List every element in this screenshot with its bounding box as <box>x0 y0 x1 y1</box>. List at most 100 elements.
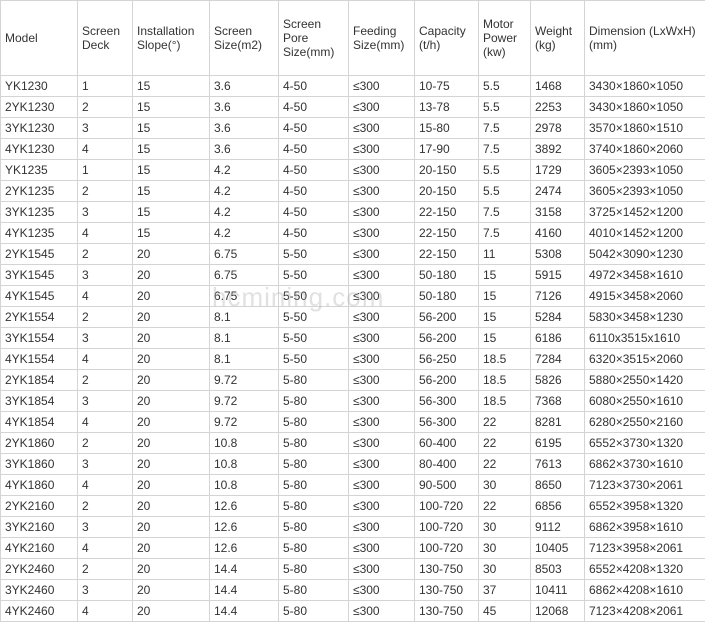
table-cell: 4160 <box>531 223 585 244</box>
table-row: 2YK12302153.64-50≤30013-785.522533430×18… <box>1 97 705 118</box>
table-cell: ≤300 <box>349 181 415 202</box>
table-cell: ≤300 <box>349 223 415 244</box>
table-cell: 3 <box>78 391 133 412</box>
table-cell: 3 <box>78 265 133 286</box>
model-cell: 3YK1545 <box>1 265 78 286</box>
table-cell: 5880×2550×1420 <box>585 370 705 391</box>
table-cell: 5-50 <box>279 265 349 286</box>
table-cell: 10.8 <box>210 454 279 475</box>
table-cell: 5284 <box>531 307 585 328</box>
table-cell: ≤300 <box>349 475 415 496</box>
table-cell: 5-80 <box>279 412 349 433</box>
table-cell: 8.1 <box>210 349 279 370</box>
table-cell: 4-50 <box>279 139 349 160</box>
table-cell: 5-80 <box>279 580 349 601</box>
table-cell: 5-80 <box>279 538 349 559</box>
table-cell: 20 <box>133 370 210 391</box>
table-cell: ≤300 <box>349 160 415 181</box>
table-cell: 7123×3958×2061 <box>585 538 705 559</box>
table-cell: 15 <box>133 160 210 181</box>
table-cell: 14.4 <box>210 601 279 622</box>
table-cell: 11 <box>479 244 531 265</box>
table-cell: 22 <box>479 496 531 517</box>
table-cell: 20 <box>133 286 210 307</box>
table-cell: 15 <box>479 265 531 286</box>
table-cell: 7123×4208×2061 <box>585 601 705 622</box>
model-cell: 2YK1860 <box>1 433 78 454</box>
table-cell: 4-50 <box>279 223 349 244</box>
table-cell: 4.2 <box>210 202 279 223</box>
table-cell: 3.6 <box>210 97 279 118</box>
table-cell: 3 <box>78 328 133 349</box>
table-cell: 12.6 <box>210 496 279 517</box>
table-cell: 3.6 <box>210 76 279 97</box>
model-cell: 3YK1860 <box>1 454 78 475</box>
table-cell: 4.2 <box>210 223 279 244</box>
model-cell: 2YK1854 <box>1 370 78 391</box>
header-screen-pore-size: Screen Pore Size(mm) <box>279 1 349 76</box>
table-cell: 5.5 <box>479 76 531 97</box>
table-body: YK12301153.64-50≤30010-755.514683430×186… <box>1 76 705 622</box>
table-row: 4YK15454206.755-50≤30050-1801571264915×3… <box>1 286 705 307</box>
table-cell: 20 <box>133 475 210 496</box>
table-cell: 4 <box>78 139 133 160</box>
table-cell: 6110x3515x1610 <box>585 328 705 349</box>
table-row: 3YK12303153.64-50≤30015-807.529783570×18… <box>1 118 705 139</box>
table-cell: 4010×1452×1200 <box>585 223 705 244</box>
table-cell: 7.5 <box>479 223 531 244</box>
table-cell: 3 <box>78 118 133 139</box>
model-cell: YK1230 <box>1 76 78 97</box>
table-cell: 10.8 <box>210 475 279 496</box>
table-cell: 4-50 <box>279 97 349 118</box>
table-cell: 4-50 <box>279 202 349 223</box>
table-cell: 4-50 <box>279 181 349 202</box>
table-cell: ≤300 <box>349 97 415 118</box>
table-cell: 5-50 <box>279 286 349 307</box>
table-cell: 17-90 <box>415 139 479 160</box>
model-cell: 4YK1860 <box>1 475 78 496</box>
table-cell: 5-80 <box>279 496 349 517</box>
table-cell: 3892 <box>531 139 585 160</box>
table-cell: 4-50 <box>279 118 349 139</box>
table-cell: 15 <box>479 286 531 307</box>
table-cell: 7.5 <box>479 139 531 160</box>
header-installation-slope: Installation Slope(°) <box>133 1 210 76</box>
table-cell: 5.5 <box>479 97 531 118</box>
table-cell: 2474 <box>531 181 585 202</box>
model-cell: 2YK2160 <box>1 496 78 517</box>
table-cell: 5-80 <box>279 433 349 454</box>
table-cell: 2 <box>78 181 133 202</box>
table-cell: 5-80 <box>279 601 349 622</box>
table-cell: 5308 <box>531 244 585 265</box>
table-cell: 56-250 <box>415 349 479 370</box>
table-cell: 20 <box>133 328 210 349</box>
table-cell: 5-80 <box>279 454 349 475</box>
table-cell: 20 <box>133 244 210 265</box>
table-cell: 130-750 <box>415 559 479 580</box>
table-cell: 9.72 <box>210 412 279 433</box>
header-model: Model <box>1 1 78 76</box>
table-cell: 4-50 <box>279 160 349 181</box>
table-cell: 12.6 <box>210 538 279 559</box>
table-cell: ≤300 <box>349 496 415 517</box>
model-cell: 3YK1854 <box>1 391 78 412</box>
table-cell: 20 <box>133 307 210 328</box>
table-cell: ≤300 <box>349 307 415 328</box>
table-cell: 20 <box>133 601 210 622</box>
table-cell: 4 <box>78 286 133 307</box>
table-cell: 7126 <box>531 286 585 307</box>
table-cell: 1 <box>78 160 133 181</box>
table-cell: 56-300 <box>415 412 479 433</box>
table-cell: 15 <box>133 181 210 202</box>
table-cell: 3605×2393×1050 <box>585 160 705 181</box>
table-cell: 6.75 <box>210 265 279 286</box>
table-row: 4YK246042014.45-80≤300130-75045120687123… <box>1 601 705 622</box>
table-cell: 4 <box>78 223 133 244</box>
table-cell: 6320×3515×2060 <box>585 349 705 370</box>
model-cell: 2YK1235 <box>1 181 78 202</box>
table-row: YK12351154.24-50≤30020-1505.517293605×23… <box>1 160 705 181</box>
table-cell: 7613 <box>531 454 585 475</box>
table-cell: 5-80 <box>279 517 349 538</box>
model-cell: 3YK2460 <box>1 580 78 601</box>
model-cell: 3YK1235 <box>1 202 78 223</box>
